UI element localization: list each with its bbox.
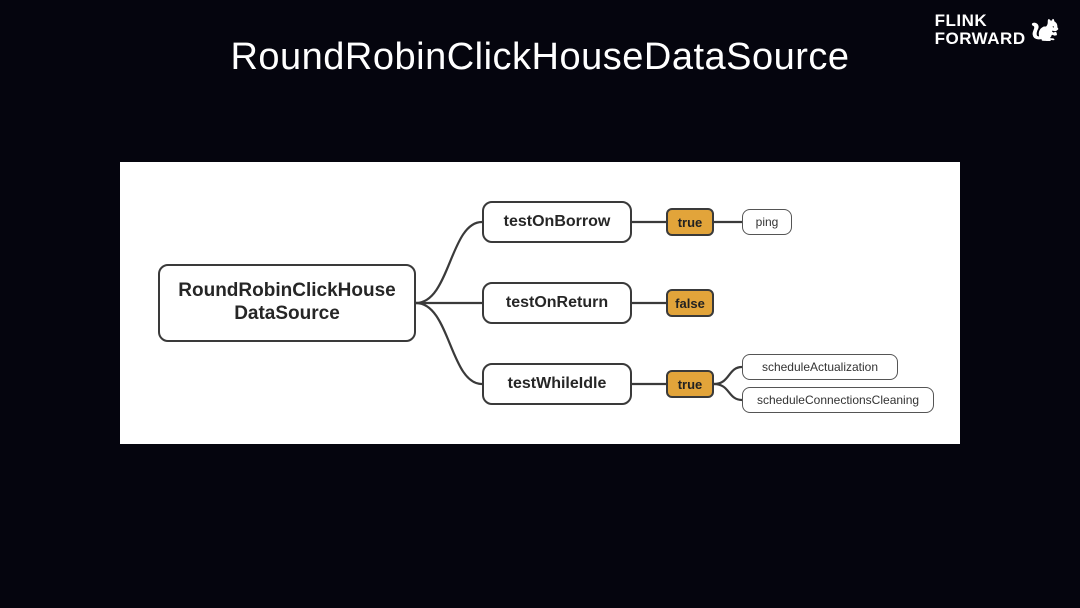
node-label: testOnBorrow (504, 213, 611, 231)
leaf-ping: ping (742, 209, 792, 235)
flink-forward-logo: FLINK FORWARD 🐿️ (935, 12, 1060, 48)
leaf-scheduleActualization: scheduleActualization (742, 354, 898, 380)
value-label: true (678, 215, 703, 230)
node-testOnBorrow: testOnBorrow (482, 201, 632, 243)
value-testOnReturn: false (666, 289, 714, 317)
logo-line2: FORWARD (935, 30, 1026, 48)
node-label: testWhileIdle (508, 375, 607, 393)
node-testWhileIdle: testWhileIdle (482, 363, 632, 405)
value-testOnBorrow: true (666, 208, 714, 236)
value-testWhileIdle: true (666, 370, 714, 398)
root-node-label: RoundRobinClickHouse DataSource (178, 280, 395, 326)
page-title: RoundRobinClickHouseDataSource (0, 36, 1080, 79)
leaf-label: scheduleConnectionsCleaning (757, 393, 919, 407)
logo-line1: FLINK (935, 12, 1026, 30)
value-label: false (675, 296, 705, 311)
node-testOnReturn: testOnReturn (482, 282, 632, 324)
leaf-label: scheduleActualization (762, 360, 878, 374)
leaf-label: ping (756, 215, 779, 229)
squirrel-icon: 🐿️ (1030, 17, 1060, 42)
diagram-panel: RoundRobinClickHouse DataSource testOnBo… (120, 162, 960, 444)
leaf-scheduleConnectionsCleaning: scheduleConnectionsCleaning (742, 387, 934, 413)
node-label: testOnReturn (506, 294, 608, 312)
root-node: RoundRobinClickHouse DataSource (158, 264, 416, 342)
value-label: true (678, 377, 703, 392)
